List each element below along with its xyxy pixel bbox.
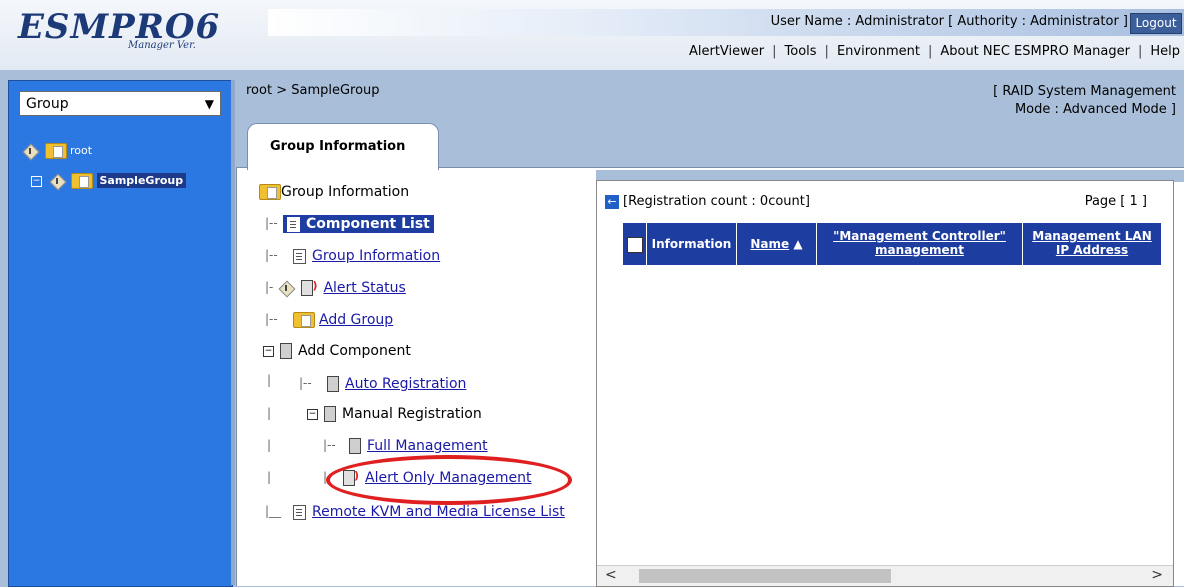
group-tree-pane: Group ▼ root − SampleGroup: [8, 80, 233, 587]
menu-about[interactable]: About NEC ESMPRO Manager: [940, 44, 1130, 59]
nav-alert-status-link[interactable]: Alert Status: [323, 280, 405, 296]
breadcrumb: root > SampleGroup: [246, 83, 380, 98]
sort-name-link[interactable]: Name: [750, 237, 789, 251]
column-name[interactable]: Name ▲: [737, 223, 817, 265]
nav-add-component-label: Add Component: [298, 343, 411, 359]
nav-root: Group Information: [259, 184, 409, 200]
sort-ascending-icon: ▲: [793, 237, 803, 251]
folder-icon: [293, 312, 315, 328]
registration-count: [Registration count : 0count]: [623, 194, 810, 209]
nav-add-group[interactable]: Add Group: [293, 312, 393, 328]
nav-auto-registration[interactable]: Auto Registration: [327, 376, 466, 392]
scroll-left-icon[interactable]: <: [605, 567, 617, 583]
document-icon: [293, 504, 306, 520]
nav-manual-registration: − Manual Registration: [307, 406, 482, 422]
nav-alert-status[interactable]: Alert Status: [279, 279, 406, 296]
column-management-lan[interactable]: Management LAN IP Address: [1023, 223, 1161, 265]
folder-icon: [44, 143, 67, 159]
select-all-cell: [623, 223, 647, 265]
tab-label: Group Information: [270, 139, 406, 154]
group-select[interactable]: Group ▼: [19, 91, 221, 116]
group-select-value: Group: [26, 96, 69, 112]
menu-environment[interactable]: Environment: [837, 44, 920, 59]
nav-component-list-label: Component List: [306, 216, 430, 232]
table-header: Information Name ▲ "Management Controlle…: [623, 223, 1161, 265]
nav-root-label: Group Information: [281, 184, 410, 200]
folder-icon: [259, 184, 281, 200]
alert-icon: [301, 279, 317, 296]
component-list-panel: ← [Registration count : 0count] Page [ 1…: [596, 180, 1174, 587]
pane-splitter[interactable]: [231, 80, 235, 585]
chevron-down-icon: ▼: [204, 97, 214, 111]
tree-samplegroup-label: SampleGroup: [96, 173, 187, 188]
column-lan-line1[interactable]: Management LAN: [1032, 229, 1151, 243]
select-all-checkbox[interactable]: [627, 237, 643, 253]
column-management-controller[interactable]: "Management Controller" management: [817, 223, 1023, 265]
tab-group-information[interactable]: Group Information: [247, 123, 439, 170]
highlight-circle: [326, 455, 572, 505]
nav-full-management[interactable]: Full Management: [349, 438, 488, 454]
nav-group-information-link[interactable]: Group Information: [312, 248, 440, 264]
column-mc-line2[interactable]: management: [875, 243, 964, 257]
logo-subtext: Manager Ver.: [128, 40, 196, 51]
server-icon: [349, 438, 361, 454]
nav-group-information[interactable]: Group Information: [293, 248, 440, 264]
tree-root-label: root: [70, 144, 93, 157]
user-bar: User Name : Administrator [ Authority : …: [268, 9, 1184, 36]
server-icon: [327, 376, 339, 392]
nav-add-component: − Add Component: [263, 343, 411, 359]
status-icon: [23, 144, 37, 158]
header: ESMPRO6 Manager Ver. User Name : Adminis…: [0, 0, 1184, 70]
collapse-icon[interactable]: −: [31, 175, 42, 187]
collapse-icon[interactable]: −: [263, 345, 274, 357]
document-icon: [287, 216, 300, 232]
horizontal-scrollbar[interactable]: < >: [597, 565, 1173, 586]
nav-add-group-link[interactable]: Add Group: [319, 312, 393, 328]
logout-button[interactable]: Logout: [1130, 13, 1182, 34]
column-mc-line1[interactable]: "Management Controller": [833, 229, 1006, 243]
server-icon: [280, 343, 292, 359]
collapse-icon[interactable]: −: [307, 408, 318, 420]
column-lan-line2[interactable]: IP Address: [1056, 243, 1128, 257]
server-icon: [324, 406, 336, 422]
column-information: Information: [647, 223, 737, 265]
top-menu: AlertViewer | Tools | Environment | About NEC …: [688, 44, 1180, 59]
tree-item-samplegroup[interactable]: − SampleGroup: [31, 173, 187, 189]
tree-item-root[interactable]: root: [23, 143, 92, 159]
folder-icon: [71, 173, 93, 189]
page-indicator: Page [ 1 ]: [1084, 194, 1147, 209]
menu-tools[interactable]: Tools: [785, 44, 817, 59]
status-icon: [50, 174, 64, 188]
nav-manual-registration-label: Manual Registration: [342, 406, 482, 422]
user-info: User Name : Administrator [ Authority : …: [770, 14, 1128, 29]
raid-mode-line1: [ RAID System Management: [993, 84, 1176, 99]
scrollbar-thumb[interactable]: [639, 569, 891, 583]
menu-alertviewer[interactable]: AlertViewer: [689, 44, 764, 59]
raid-mode-line2: Mode : Advanced Mode ]: [1014, 102, 1176, 117]
raid-mode-info: [ RAID System Management Mode : Advanced…: [993, 83, 1176, 119]
scroll-right-icon[interactable]: >: [1151, 567, 1163, 583]
status-icon: [279, 281, 293, 295]
document-icon: [293, 248, 306, 264]
back-arrow-icon[interactable]: ←: [605, 195, 619, 209]
nav-auto-registration-link[interactable]: Auto Registration: [345, 376, 466, 392]
nav-component-list[interactable]: Component List: [283, 215, 434, 233]
nav-remote-kvm[interactable]: Remote KVM and Media License List: [293, 504, 565, 520]
nav-full-management-link[interactable]: Full Management: [367, 438, 488, 454]
menu-help[interactable]: Help: [1150, 44, 1180, 59]
nav-remote-kvm-link[interactable]: Remote KVM and Media License List: [312, 504, 565, 520]
